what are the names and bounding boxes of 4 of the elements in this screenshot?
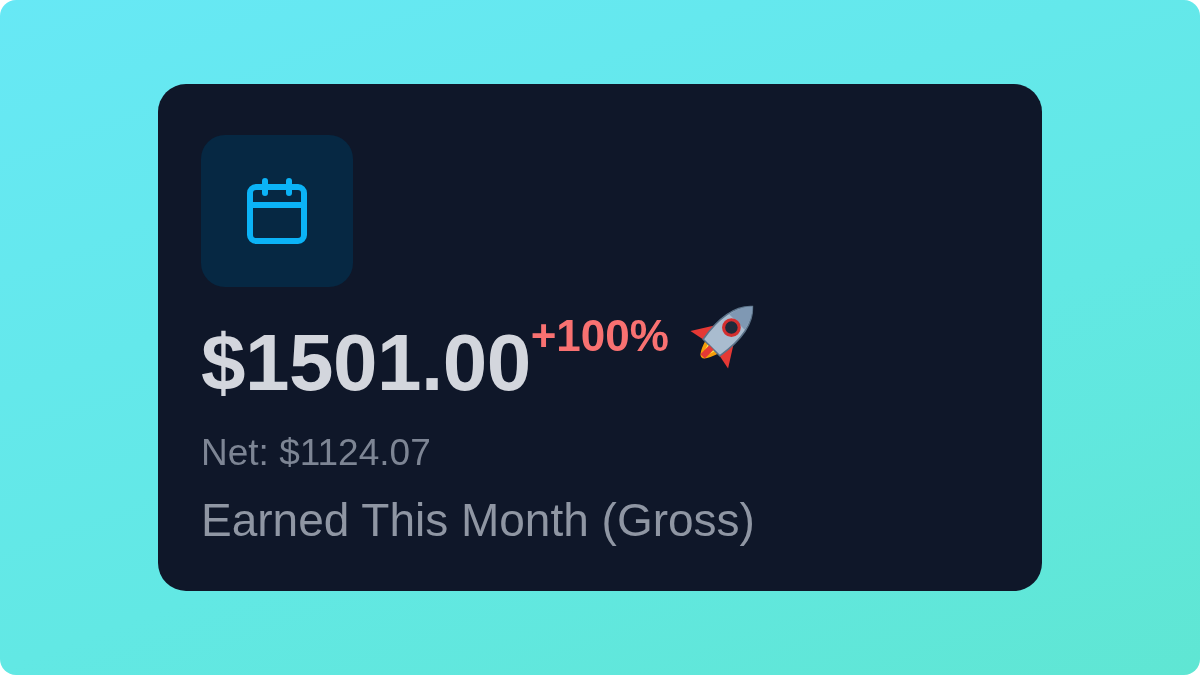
calendar-icon [201,135,353,287]
change-percent: +100% [530,314,669,358]
net-amount: Net: $1124.07 [201,434,431,471]
gross-amount: $1501.00 [201,323,531,403]
